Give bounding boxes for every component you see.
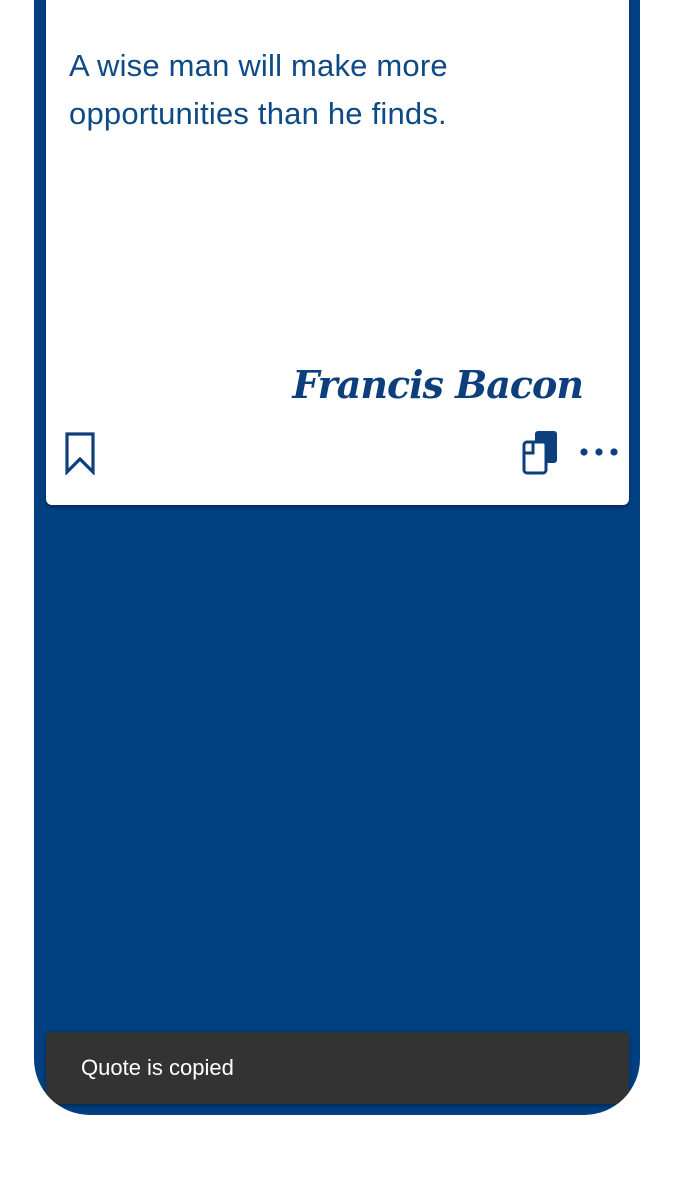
copy-button[interactable] (516, 426, 566, 478)
app-screen: A wise man will make more opportunities … (34, 0, 640, 1115)
more-options-button[interactable] (574, 432, 624, 472)
quote-author: Francis Bacon (292, 362, 584, 407)
quote-text: A wise man will make more opportunities … (69, 48, 448, 131)
snackbar-message: Quote is copied (81, 1055, 234, 1080)
snackbar: Quote is copied (46, 1032, 629, 1104)
quote-card: A wise man will make more opportunities … (46, 0, 629, 505)
bookmark-outline-icon (65, 432, 95, 475)
copy-icon (522, 431, 557, 475)
more-horizontal-icon (580, 448, 618, 456)
bookmark-button[interactable] (58, 428, 102, 478)
